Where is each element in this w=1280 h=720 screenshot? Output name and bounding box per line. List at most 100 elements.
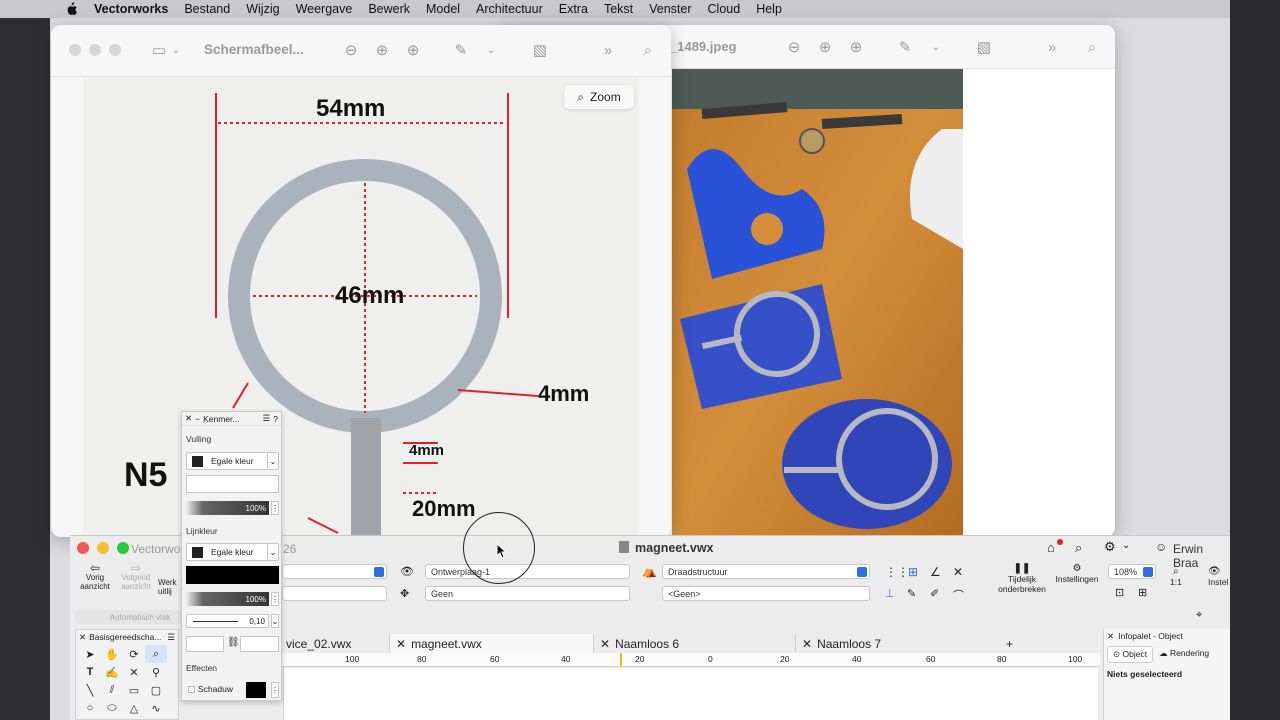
fill-type-dropdown[interactable]: Egale kleur ⌄ (186, 452, 279, 470)
menu-vectorworks[interactable]: Vectorworks (94, 2, 168, 16)
shadow-toggle[interactable]: Schaduw (188, 684, 233, 694)
oval-tool-icon[interactable]: ⬭ (101, 699, 123, 717)
more-icon[interactable]: ⋮ (271, 501, 279, 515)
zoom-out-icon[interactable]: ⊖ (784, 37, 804, 57)
selection-tool-icon[interactable]: ➤ (79, 645, 101, 663)
settings-button[interactable]: ⚙ Instellingen (1052, 564, 1102, 585)
flyover-tool-icon[interactable]: ⟳ (123, 645, 145, 663)
pause-button[interactable]: ❚❚ Tijdelijk onderbreken (992, 564, 1052, 595)
close-tab-icon[interactable]: ✕ (396, 637, 406, 651)
chevron-down-icon[interactable]: ⌄ (271, 614, 279, 628)
chevron-down-icon[interactable]: ⌄ (926, 37, 946, 57)
chevron-down-icon[interactable]: ⌄ (481, 40, 501, 60)
work-plane-button[interactable]: Werk uitlij (158, 578, 180, 598)
line-type-dropdown[interactable]: Egale kleur ⌄ (186, 543, 279, 561)
polygon-tool-icon[interactable]: △ (123, 699, 145, 717)
snap-icon[interactable]: ⊞ (908, 565, 918, 579)
menu-bewerk[interactable]: Bewerk (368, 2, 410, 16)
info-tab-object[interactable]: ⊙ Object (1107, 646, 1154, 663)
tab-naamloos-7[interactable]: ✕ Naamloos 7 (796, 634, 1000, 654)
settings2-button[interactable]: 👁 Instel (1208, 566, 1230, 587)
freehand-tool-icon[interactable]: ∿ (145, 699, 167, 717)
close-x-icon[interactable]: ✕ (953, 565, 963, 579)
close-icon[interactable]: ✕ (1107, 631, 1114, 642)
line-color-field[interactable] (186, 566, 279, 584)
info-tab-rendering[interactable]: ☁ Rendering (1155, 646, 1213, 663)
selection-icon[interactable]: ⌖ (1196, 609, 1202, 622)
more-icon[interactable]: » (598, 40, 618, 60)
menu-wijzig[interactable]: Wijzig (246, 2, 279, 16)
markup-icon[interactable]: ✎ (451, 40, 471, 60)
zoom-fit-icon[interactable]: ⊕ (403, 40, 423, 60)
menu-extra[interactable]: Extra (559, 2, 588, 16)
chevron-down-icon[interactable]: ⌄ (1122, 540, 1130, 551)
rectangle-tool-icon[interactable]: ▭ (123, 681, 145, 699)
locus-tool-icon[interactable]: ✕ (123, 663, 145, 681)
apple-icon[interactable] (64, 2, 78, 16)
rotate-icon[interactable]: ▧ (530, 40, 550, 60)
angle-icon[interactable]: ∠ (930, 565, 941, 579)
double-line-tool-icon[interactable]: ⫽ (101, 681, 123, 699)
shadow-checkbox[interactable] (188, 685, 195, 693)
fit-icon[interactable]: ⊡ (1115, 586, 1124, 599)
class-dropdown[interactable]: Geen (425, 586, 630, 601)
more-icon[interactable]: ⋮ (271, 592, 279, 606)
pencil-icon[interactable]: ✎ (907, 587, 916, 600)
zoom-in-icon[interactable]: ⊕ (372, 40, 392, 60)
menu-cloud[interactable]: Cloud (708, 2, 741, 16)
snap-tool-icon[interactable]: ⊥ (885, 587, 895, 600)
rotate-icon[interactable]: ▧ (974, 37, 994, 57)
tab-vice[interactable]: vice_02.vwx (280, 634, 390, 654)
zoom-fit-icon[interactable]: ⊕ (846, 37, 866, 57)
fit-objects-icon[interactable]: ⊞ (1138, 586, 1147, 599)
edit-icon[interactable]: ✐ (930, 587, 939, 600)
menu-weergave[interactable]: Weergave (296, 2, 353, 16)
render-mode-dropdown[interactable]: Draadstructuur (662, 564, 870, 579)
fill-pattern-field[interactable] (186, 475, 279, 493)
close-button[interactable] (77, 542, 89, 554)
text-tool-icon[interactable]: T (79, 663, 101, 681)
arrow-start-field[interactable] (186, 636, 224, 652)
close-icon[interactable]: ✕ (185, 413, 192, 424)
help-icon[interactable]: ? (273, 414, 278, 424)
scale-button[interactable]: ⌕ 1:1 (1170, 566, 1182, 587)
search-icon[interactable]: ⌕ (1075, 540, 1082, 556)
more-icon[interactable]: ⋮ (271, 682, 279, 698)
fullscreen-button[interactable] (109, 44, 121, 56)
light-dropdown[interactable]: <Geen> (662, 586, 870, 601)
menu-venster[interactable]: Venster (649, 2, 691, 16)
line-width-field[interactable]: 0,10 (186, 614, 269, 628)
active-class-field[interactable] (282, 564, 387, 579)
menu-tekst[interactable]: Tekst (604, 2, 633, 16)
more-icon[interactable]: » (1042, 37, 1062, 57)
minimize-button[interactable] (89, 44, 101, 56)
tab-naamloos-6[interactable]: ✕ Naamloos 6 (594, 634, 796, 654)
close-icon[interactable]: ✕ (79, 632, 86, 643)
prev-view-button[interactable]: ⇦ Vorig aanzicht (75, 562, 115, 600)
grid-icon[interactable]: ⋮⋮ (885, 565, 909, 579)
fill-opacity-slider[interactable]: 100% (186, 501, 269, 515)
new-tab-button[interactable]: + (1000, 634, 1040, 654)
rounded-rectangle-tool-icon[interactable]: ▢ (145, 681, 167, 699)
menu-bestand[interactable]: Bestand (184, 2, 230, 16)
next-view-button[interactable]: ⇨ Volgend aanzicht (116, 562, 156, 600)
drawing-area[interactable] (283, 668, 1098, 720)
callout-tool-icon[interactable]: ✍ (101, 663, 123, 681)
pan-tool-icon[interactable]: ✋ (101, 645, 123, 663)
fullscreen-button[interactable] (117, 542, 129, 554)
eye-icon[interactable]: 👁 (400, 565, 414, 578)
class-icon[interactable]: ✥ (400, 587, 409, 600)
minimize-button[interactable] (97, 542, 109, 554)
zoom-field[interactable]: 108% (1108, 564, 1156, 579)
menu-help[interactable]: Help (756, 2, 782, 16)
link-icon[interactable]: ⛓ (227, 637, 240, 648)
zoom-tool-icon[interactable]: ⌕ (145, 645, 167, 663)
menu-icon[interactable]: ☰ (167, 632, 175, 643)
menu-architectuur[interactable]: Architectuur (476, 2, 543, 16)
search-icon[interactable]: ⌕ (1082, 37, 1102, 57)
gear-icon[interactable]: ⚙ (1104, 539, 1116, 555)
home-icon[interactable]: ⌂ (1047, 540, 1055, 555)
close-tab-icon[interactable]: ✕ (600, 637, 610, 651)
line-opacity-slider[interactable]: 100% (186, 592, 269, 606)
markup-icon[interactable]: ✎ (895, 37, 915, 57)
